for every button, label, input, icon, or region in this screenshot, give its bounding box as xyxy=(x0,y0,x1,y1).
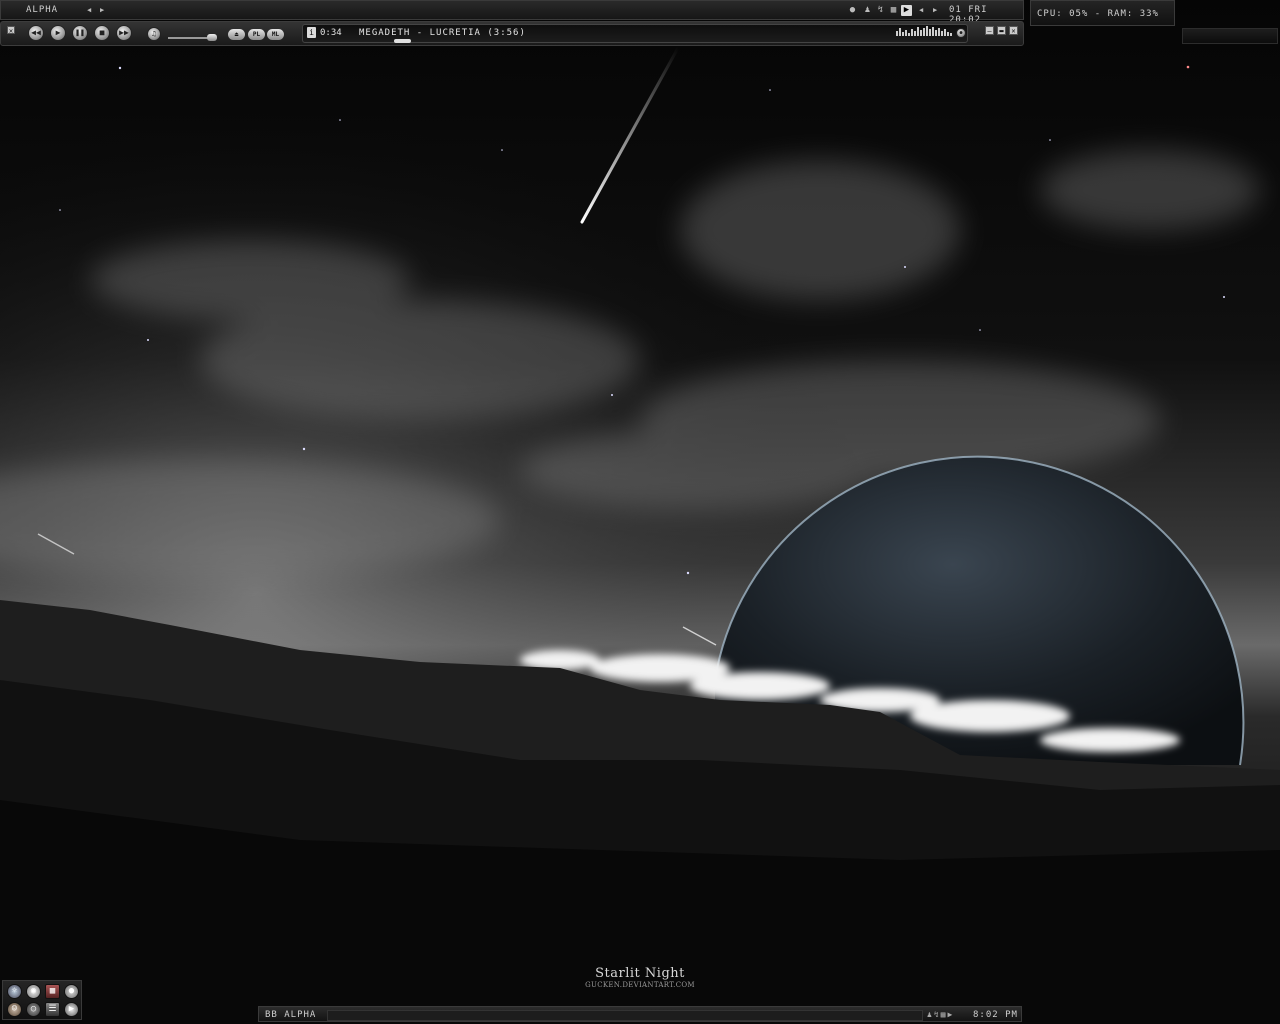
player-menu-icon[interactable]: ✕ xyxy=(7,26,15,35)
workspace-prev-icon[interactable]: ◀ xyxy=(87,6,91,14)
wallpaper-caption: Starlit Night GUCKEN.DEVIANTART.COM xyxy=(560,966,720,989)
cd-icon[interactable]: ◉ xyxy=(26,984,41,999)
previous-icon[interactable]: ◀◀ xyxy=(28,25,44,41)
tray-play-icon[interactable]: ▶ xyxy=(901,5,912,16)
tools-icon[interactable]: ☰ xyxy=(45,1002,60,1017)
speaker-icon[interactable]: ♫ xyxy=(147,27,161,41)
taskbar-clock: 8:02 PM xyxy=(973,1010,1018,1020)
taskbar: BB ALPHA ♟↯▦▶ 8:02 PM xyxy=(258,1006,1022,1022)
tray-bolt-icon[interactable]: ↯ xyxy=(875,5,886,16)
disk-icon[interactable]: ● xyxy=(64,984,79,999)
close-icon[interactable]: ✕ xyxy=(1009,26,1018,35)
workspace-name[interactable]: ALPHA xyxy=(26,5,58,15)
spectrum-visualizer-icon xyxy=(896,26,952,36)
eject-icon[interactable]: ⏏ xyxy=(228,29,245,40)
tray-network-icon[interactable]: ▦ xyxy=(888,5,899,16)
elapsed-time: 0:34 xyxy=(320,28,342,38)
top-toolbar: ALPHA ◀ ▶ ● ♟ ↯ ▦ ▶ ◀ ▶ 01 FRI 20:02 xyxy=(0,0,1024,25)
minimize-icon[interactable]: – xyxy=(985,26,994,35)
next-icon[interactable]: ▶▶ xyxy=(116,25,132,41)
taskbar-tray-icon[interactable]: ♟↯▦▶ xyxy=(927,1010,954,1019)
globe-icon[interactable]: ○ xyxy=(26,1002,41,1017)
desktop-wallpaper xyxy=(0,0,1280,1024)
playlist-button[interactable]: PL xyxy=(248,29,265,40)
image-viewer-icon[interactable]: ▦ xyxy=(45,984,60,999)
tray-next-icon[interactable]: ▶ xyxy=(933,6,937,14)
pause-icon[interactable]: ❚❚ xyxy=(72,25,88,41)
track-title: MEGADETH - LUCRETIA (3:56) xyxy=(359,28,526,38)
volume-knob[interactable] xyxy=(207,34,217,41)
workspace-next-icon[interactable]: ▶ xyxy=(100,6,104,14)
empty-panel xyxy=(1182,28,1278,44)
shade-icon[interactable]: ▬ xyxy=(997,26,1006,35)
taskbar-workspace[interactable]: BB ALPHA xyxy=(265,1010,316,1020)
firefox-icon[interactable]: ☼ xyxy=(7,984,22,999)
media-player: ✕ ◀◀ ▶ ❚❚ ■ ▶▶ ♫ ⏏ PL ML i 0:34 MEGADETH… xyxy=(0,21,1024,46)
cpu-ram-readout: CPU: 05% - RAM: 33% xyxy=(1037,9,1159,19)
seek-knob[interactable] xyxy=(394,39,411,43)
tray-user-icon[interactable]: ♟ xyxy=(862,5,873,16)
task-list[interactable] xyxy=(327,1010,923,1021)
media-icon[interactable]: ▶ xyxy=(64,1002,79,1017)
options-icon[interactable]: ● xyxy=(956,28,966,38)
tray-prev-icon[interactable]: ◀ xyxy=(919,6,923,14)
stop-icon[interactable]: ■ xyxy=(94,25,110,41)
play-icon[interactable]: ▶ xyxy=(50,25,66,41)
system-monitor: CPU: 05% - RAM: 33% xyxy=(1030,0,1175,26)
media-library-button[interactable]: ML xyxy=(267,29,284,40)
wallpaper-credit: GUCKEN.DEVIANTART.COM xyxy=(585,981,695,989)
gimp-icon[interactable]: ☺ xyxy=(7,1002,22,1017)
launcher-dock: ☼ ◉ ▦ ● ☺ ○ ☰ ▶ xyxy=(2,980,82,1020)
wallpaper-title: Starlit Night xyxy=(595,966,685,981)
info-icon[interactable]: i xyxy=(307,27,316,38)
tray-dot-icon[interactable]: ● xyxy=(847,5,858,16)
